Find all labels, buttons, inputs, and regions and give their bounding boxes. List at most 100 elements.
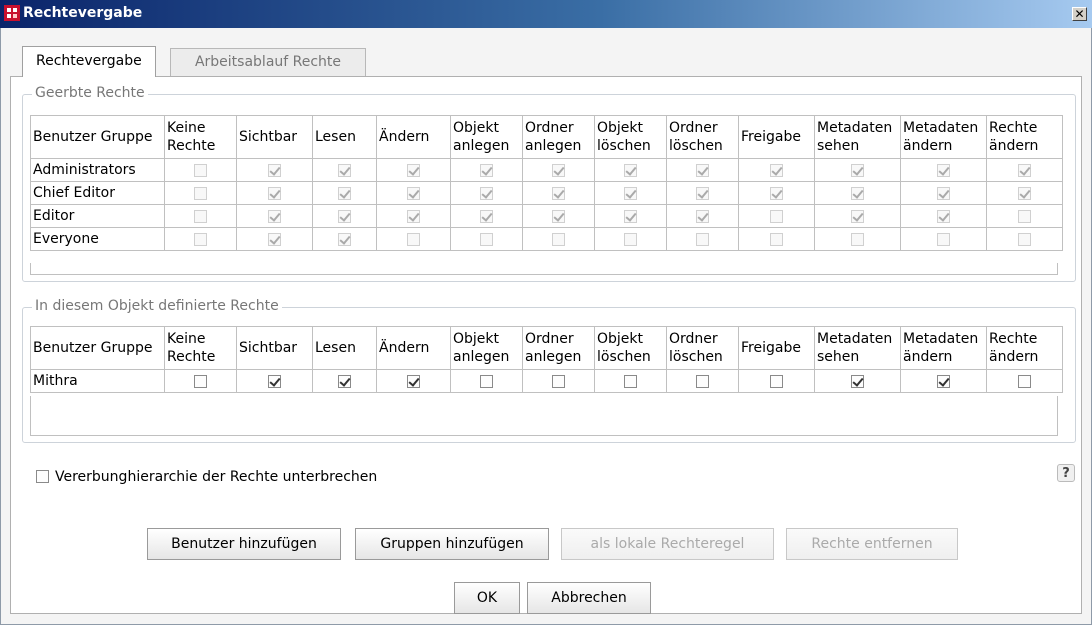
permission-checkbox [624,186,637,200]
permission-cell [450,369,523,393]
add-group-button[interactable]: Gruppen hinzufügen [355,528,549,560]
permission-checkbox [480,163,493,177]
column-header[interactable]: Metadaten sehen [814,326,901,370]
defined-rights-legend: In diesem Objekt definierte Rechte [32,298,282,314]
remove-rights-button[interactable]: Rechte entfernen [786,528,958,560]
column-header[interactable]: Lesen [312,115,377,159]
permission-checkbox [194,232,207,246]
permission-checkbox[interactable] [1018,374,1031,388]
column-header[interactable]: Ordner löschen [666,326,739,370]
ok-button[interactable]: OK [454,582,520,614]
tab-arbeitsablauf-rechte[interactable]: Arbeitsablauf Rechte [170,48,366,76]
column-header[interactable]: Freigabe [738,326,815,370]
permission-checkbox [268,232,281,246]
permission-checkbox [338,209,351,223]
inherit-break-option[interactable]: Vererbunghierarchie der Rechte unterbrec… [36,469,377,485]
permission-cell [986,204,1063,228]
permission-checkbox[interactable] [851,374,864,388]
permission-cell [236,181,313,205]
column-header[interactable]: Lesen [312,326,377,370]
permission-checkbox[interactable] [770,374,783,388]
column-header[interactable]: Keine Rechte [164,326,237,370]
column-header[interactable]: Ändern [376,115,451,159]
permission-checkbox[interactable] [407,374,420,388]
permission-cell [312,369,377,393]
permission-checkbox[interactable] [552,374,565,388]
permission-cell [900,204,987,228]
permission-checkbox [624,209,637,223]
table-row[interactable]: Everyone [30,227,1063,251]
permission-cell [814,369,901,393]
column-header[interactable]: Objekt löschen [594,326,667,370]
add-user-button[interactable]: Benutzer hinzufügen [147,528,341,560]
permission-cell [594,181,667,205]
permission-checkbox [338,186,351,200]
column-header[interactable]: Metadaten sehen [814,115,901,159]
column-header[interactable]: Ändern [376,326,451,370]
column-header[interactable]: Benutzer Gruppe [30,326,165,370]
principal-name: Chief Editor [30,181,165,205]
permission-checkbox[interactable] [480,374,493,388]
permission-checkbox [552,163,565,177]
column-header[interactable]: Ordner anlegen [522,115,595,159]
permission-checkbox [480,232,493,246]
permission-checkbox[interactable] [624,374,637,388]
permission-checkbox [937,163,950,177]
defined-rights-table: Benutzer Gruppe Keine Rechte Sichtbar Lesen… [30,326,1063,393]
header-row: Benutzer Gruppe Keine Rechte Sichtbar Lesen… [30,115,1063,159]
column-header[interactable]: Benutzer Gruppe [30,115,165,159]
column-header[interactable]: Objekt anlegen [450,326,523,370]
permission-checkbox [1018,163,1031,177]
permission-cell [312,158,377,182]
column-header[interactable]: Ordner anlegen [522,326,595,370]
permission-cell [312,181,377,205]
permission-cell [376,204,451,228]
cancel-button[interactable]: Abbrechen [527,582,651,614]
close-icon[interactable]: ✕ [1072,7,1087,21]
window-title: Rechtevergabe [23,5,143,21]
permission-checkbox [851,232,864,246]
local-rule-button[interactable]: als lokale Rechteregel [561,528,774,560]
permission-cell [376,227,451,251]
column-header[interactable]: Objekt anlegen [450,115,523,159]
column-header[interactable]: Rechte ändern [986,115,1063,159]
column-header[interactable]: Metadaten ändern [900,326,987,370]
permission-cell [236,204,313,228]
permission-cell [522,369,595,393]
permission-cell [900,227,987,251]
column-header[interactable]: Keine Rechte [164,115,237,159]
permission-checkbox [407,186,420,200]
column-header[interactable]: Objekt löschen [594,115,667,159]
permission-cell [666,181,739,205]
permission-checkbox [624,163,637,177]
permission-checkbox [194,186,207,200]
permission-checkbox [696,186,709,200]
permission-checkbox[interactable] [194,374,207,388]
table-row[interactable]: Chief Editor [30,181,1063,205]
help-icon[interactable]: ? [1057,464,1075,482]
permission-checkbox[interactable] [338,374,351,388]
table-row[interactable]: Editor [30,204,1063,228]
permission-checkbox [1018,209,1031,223]
column-header[interactable]: Ordner löschen [666,115,739,159]
table-row[interactable]: Administrators [30,158,1063,182]
permission-checkbox[interactable] [937,374,950,388]
permission-cell [986,181,1063,205]
column-header[interactable]: Metadaten ändern [900,115,987,159]
tab-rechtevergabe[interactable]: Rechtevergabe [22,46,156,77]
permission-checkbox[interactable] [696,374,709,388]
header-row: Benutzer Gruppe Keine Rechte Sichtbar Lesen… [30,326,1063,370]
permission-cell [450,158,523,182]
permission-cell [522,181,595,205]
permission-checkbox[interactable] [268,374,281,388]
table-row[interactable]: Mithra [30,369,1063,393]
permission-cell [522,204,595,228]
column-header[interactable]: Sichtbar [236,326,313,370]
permission-cell [666,227,739,251]
column-header[interactable]: Rechte ändern [986,326,1063,370]
inherited-rights-table: Benutzer Gruppe Keine Rechte Sichtbar Lesen… [30,115,1063,251]
column-header[interactable]: Sichtbar [236,115,313,159]
inherit-break-checkbox[interactable] [36,470,49,483]
permission-cell [900,369,987,393]
column-header[interactable]: Freigabe [738,115,815,159]
